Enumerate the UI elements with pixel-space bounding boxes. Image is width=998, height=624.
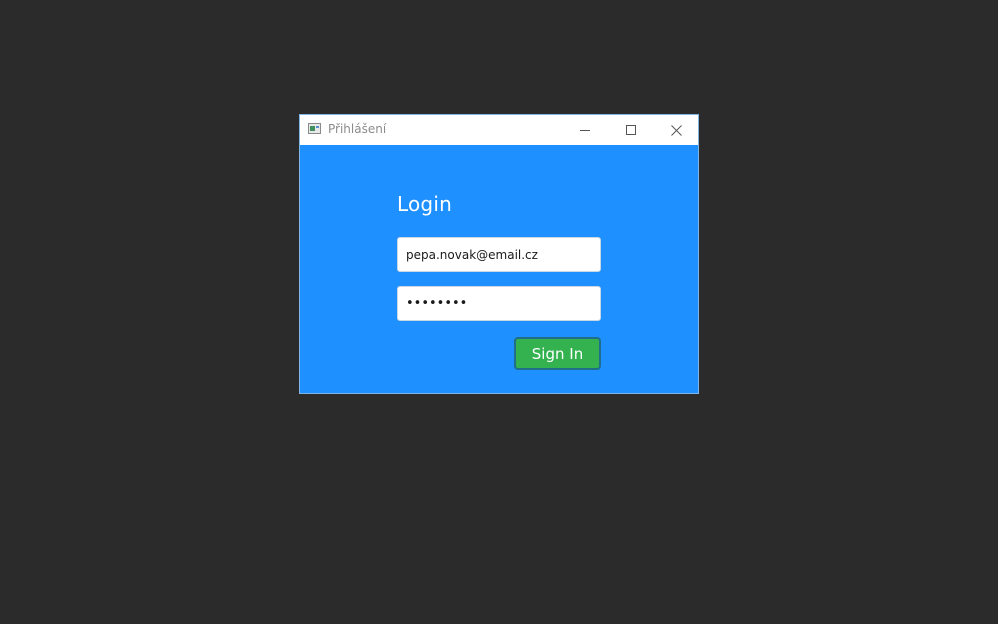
maximize-icon <box>626 125 636 135</box>
minimize-button[interactable] <box>562 115 608 145</box>
login-window: Přihlášení Login Si <box>299 114 699 394</box>
minimize-icon <box>580 130 590 131</box>
login-panel: Login Sign In <box>300 145 698 393</box>
maximize-button[interactable] <box>608 115 654 145</box>
window-title: Přihlášení <box>328 122 387 136</box>
email-field[interactable] <box>397 237 601 272</box>
login-heading: Login <box>397 192 452 216</box>
password-field[interactable] <box>397 286 601 321</box>
title-bar[interactable]: Přihlášení <box>300 115 698 145</box>
sign-in-button[interactable]: Sign In <box>514 337 601 370</box>
app-icon <box>308 123 321 134</box>
close-button[interactable] <box>653 115 699 145</box>
close-icon <box>670 124 682 136</box>
desktop: Přihlášení Login Si <box>0 0 998 624</box>
